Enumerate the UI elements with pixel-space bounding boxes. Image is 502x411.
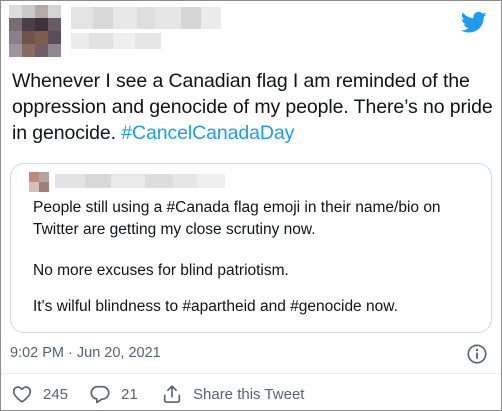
tweet-timestamp[interactable]: 9:02 PM · Jun 20, 2021 (10, 345, 161, 361)
twitter-bird-icon[interactable] (459, 9, 489, 35)
quoted-text-line: No more excuses for blind patriotism. (33, 262, 289, 279)
hashtag-link[interactable]: #CancelCanadaDay (121, 122, 294, 144)
share-button[interactable]: Share this Tweet (161, 382, 304, 406)
share-upload-icon (163, 385, 181, 403)
author-avatar[interactable] (9, 5, 61, 57)
author-handle-redacted[interactable] (71, 33, 161, 49)
heart-icon (12, 386, 32, 403)
quoted-author-avatar (29, 172, 49, 192)
share-label: Share this Tweet (193, 385, 305, 403)
tweet-card: Whenever I see a Canadian flag I am remi… (0, 0, 502, 411)
reply-bubble-icon (90, 385, 110, 404)
divider (1, 373, 501, 374)
quoted-tweet[interactable]: People still using a #Canada flag emoji … (10, 163, 492, 333)
quoted-text-line: It's wilful blindness to #apartheid and … (33, 298, 398, 315)
reply-count: 21 (121, 385, 138, 403)
quoted-text-line: People still using a #Canada flag emoji … (33, 199, 441, 216)
author-name-redacted[interactable] (71, 7, 221, 29)
like-button[interactable]: 245 (11, 382, 68, 406)
info-icon[interactable] (466, 343, 488, 365)
reply-button[interactable]: 21 (89, 382, 138, 406)
tweet-body: Whenever I see a Canadian flag I am remi… (12, 68, 496, 146)
quoted-author-name-redacted (55, 174, 225, 188)
quoted-text-line: Twitter are getting my close scrutiny no… (33, 221, 316, 238)
like-count: 245 (43, 385, 69, 403)
